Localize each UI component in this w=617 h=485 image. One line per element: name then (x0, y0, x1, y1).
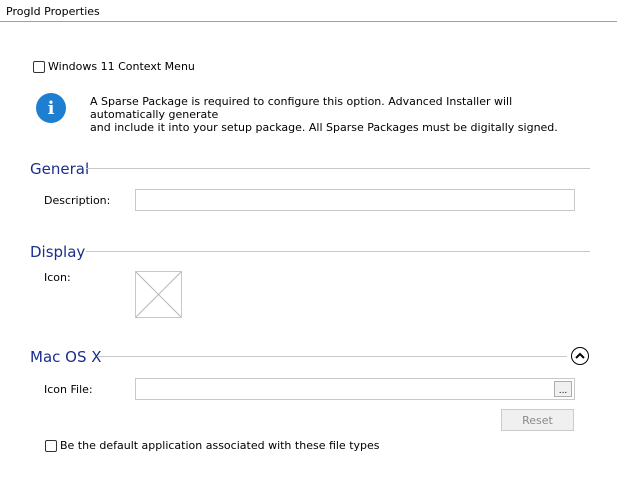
windows11-context-menu-checkbox[interactable] (33, 61, 45, 73)
panel-title: ProgId Properties (6, 5, 100, 18)
default-application-checkbox[interactable] (45, 440, 57, 452)
browse-icon-file-button[interactable]: ... (554, 381, 572, 397)
icon-file-label: Icon File: (44, 383, 93, 396)
section-general-divider (86, 168, 590, 169)
info-line-1: A Sparse Package is required to configur… (90, 95, 513, 121)
description-label: Description: (44, 194, 111, 207)
section-display-divider (86, 251, 590, 252)
section-display-heading: Display (30, 243, 86, 261)
default-application-label[interactable]: Be the default application associated wi… (60, 439, 380, 452)
title-divider (0, 21, 617, 22)
reset-button[interactable]: Reset (501, 409, 574, 431)
section-mac-heading: Mac OS X (30, 348, 102, 366)
collapse-mac-section-button[interactable] (571, 347, 589, 365)
empty-image-icon (135, 271, 182, 318)
sparse-package-info: A Sparse Package is required to configur… (90, 95, 590, 134)
info-icon: i (36, 93, 66, 123)
icon-label: Icon: (44, 271, 71, 284)
section-mac-divider (97, 356, 567, 357)
description-field[interactable] (135, 189, 575, 211)
icon-preview[interactable] (135, 271, 182, 318)
chevron-up-icon (575, 352, 585, 359)
icon-file-field[interactable] (135, 378, 575, 400)
windows11-context-menu-label[interactable]: Windows 11 Context Menu (48, 60, 195, 73)
info-line-2: and include it into your setup package. … (90, 121, 558, 134)
section-general-heading: General (30, 160, 90, 178)
